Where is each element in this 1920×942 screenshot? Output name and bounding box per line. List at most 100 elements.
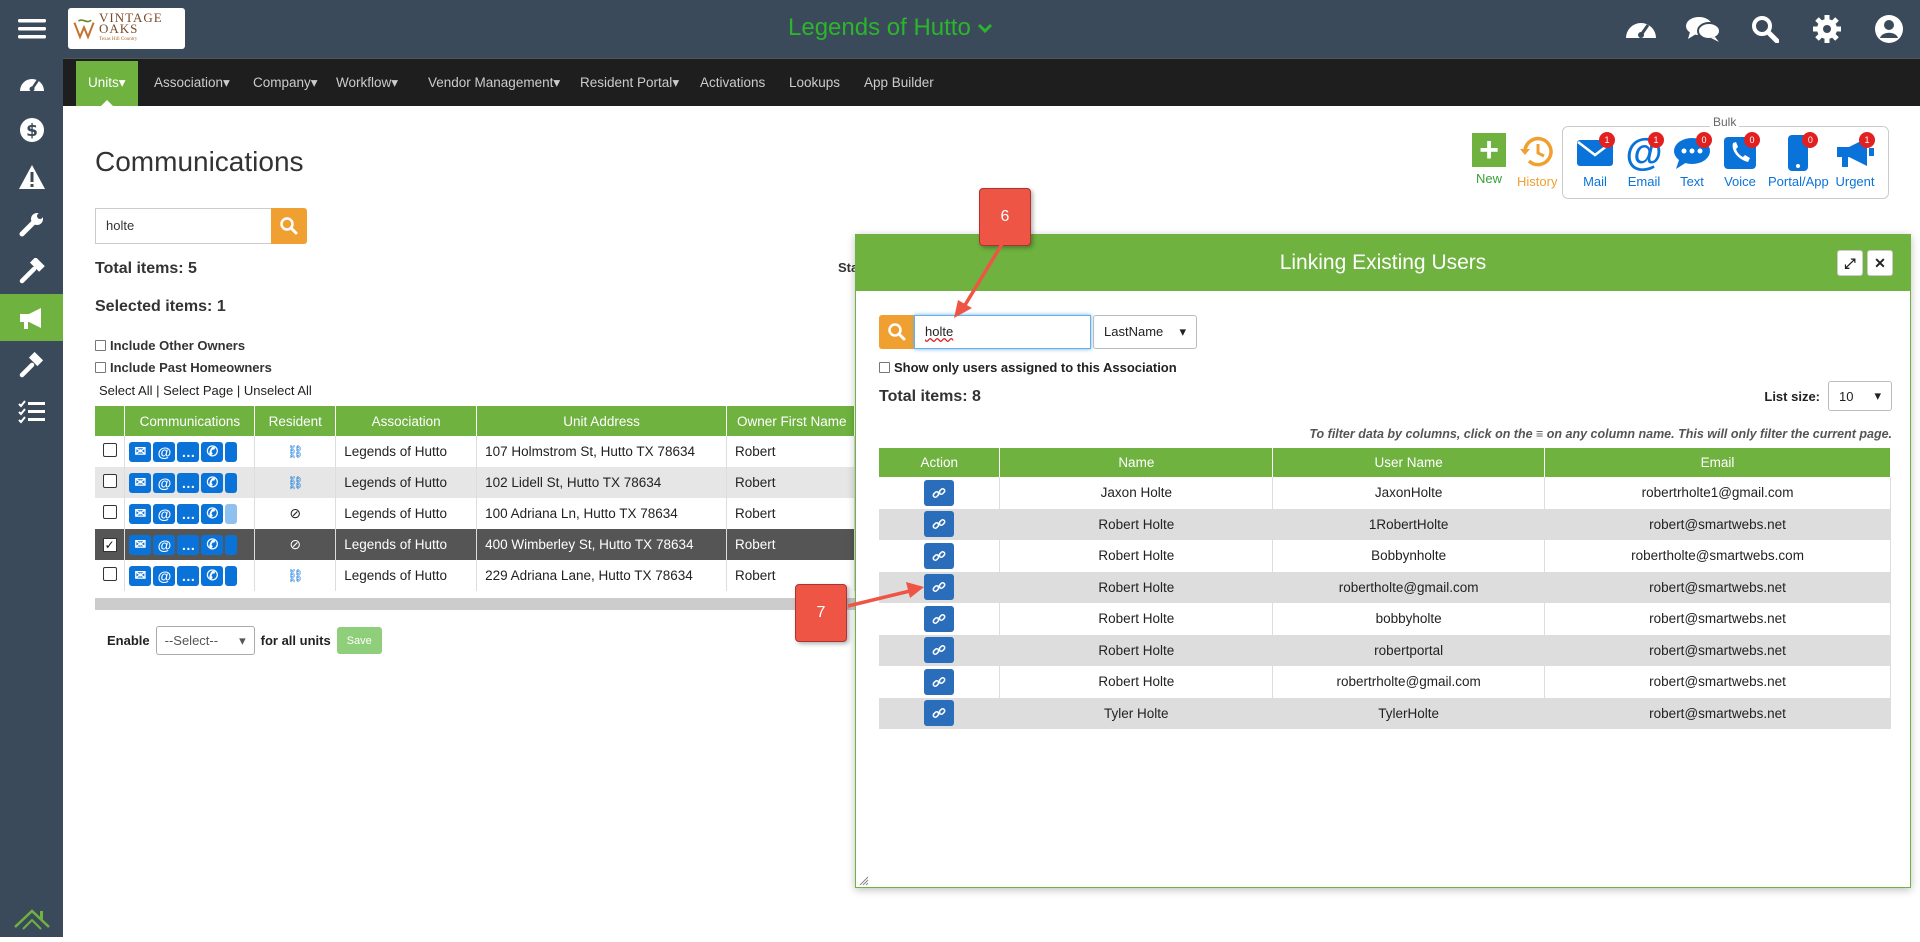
bulk-portal-app-button[interactable]: 0 Portal/App	[1768, 132, 1829, 189]
mobile-phone-icon[interactable]	[225, 534, 238, 555]
column-header-association[interactable]: Association	[335, 406, 478, 436]
column-header-resident[interactable]: Resident	[254, 406, 337, 436]
dashboard-icon[interactable]	[0, 59, 63, 106]
mobile-phone-icon[interactable]	[225, 565, 238, 586]
assoc-only-checkbox[interactable]	[879, 362, 890, 373]
include-other-owners-checkbox[interactable]	[95, 340, 106, 351]
search-button[interactable]	[271, 208, 307, 244]
user-search-input[interactable]: holte	[914, 315, 1091, 349]
link-user-button[interactable]	[924, 668, 955, 695]
checklist-icon[interactable]	[0, 388, 63, 435]
save-button[interactable]: Save	[336, 627, 382, 654]
at-sign-icon[interactable]: @	[153, 534, 176, 555]
column-header-owner-first-name[interactable]: Owner First Name	[726, 406, 855, 436]
list-size-select[interactable]: 10 ▾	[1828, 381, 1892, 411]
enable-select[interactable]: --Select-- ▾	[155, 626, 255, 655]
link-icon[interactable]: ⛓	[287, 475, 304, 490]
mobile-phone-icon[interactable]	[225, 441, 238, 462]
mail-icon[interactable]: ✉	[129, 503, 152, 524]
select-cell[interactable]	[95, 436, 126, 467]
search-icon[interactable]	[1734, 15, 1796, 43]
bulk-email-button[interactable]: @1 Email	[1624, 132, 1664, 189]
dollar-icon[interactable]: $	[0, 106, 63, 153]
at-sign-icon[interactable]: @	[153, 503, 176, 524]
history-button[interactable]: History	[1517, 133, 1557, 189]
link-user-button[interactable]	[924, 574, 955, 601]
dashboard-icon[interactable]	[1610, 16, 1672, 42]
gavel-icon[interactable]	[0, 341, 63, 388]
table-row[interactable]: ✓ ✉ @… ✆ ⊘ Legends of Hutto 400 Wimberley St, …	[95, 529, 855, 560]
home-logo-icon[interactable]	[0, 895, 63, 942]
user-account-icon[interactable]	[1858, 14, 1920, 44]
nav-vendor-management[interactable]: Vendor Management▾	[416, 59, 572, 106]
link-user-button[interactable]	[924, 542, 955, 569]
text-message-icon[interactable]: …	[177, 472, 200, 493]
include-other-owners[interactable]: Include Other Owners	[95, 338, 245, 353]
nav-workflow[interactable]: Workflow▾	[324, 59, 410, 106]
horizontal-scrollbar[interactable]	[95, 598, 855, 610]
column-header-communications[interactable]: Communications	[124, 406, 256, 436]
hammer-icon[interactable]	[0, 247, 63, 294]
link-icon[interactable]: ⛓	[287, 444, 304, 459]
user-search-button[interactable]	[879, 315, 914, 349]
unit-search-input[interactable]: holte	[95, 208, 272, 244]
megaphone-icon[interactable]	[0, 294, 63, 341]
at-sign-icon[interactable]: @	[153, 472, 176, 493]
bulk-text-button[interactable]: 0 Text	[1672, 132, 1712, 189]
vintage-oaks-logo[interactable]: VINTAGE OAKS Texas Hill Country	[68, 8, 185, 49]
hamburger-menu-icon[interactable]	[0, 0, 63, 58]
nav-app-builder[interactable]: App Builder	[852, 59, 946, 106]
select-cell[interactable]	[95, 560, 126, 591]
mobile-phone-icon[interactable]	[225, 472, 238, 493]
column-header-email[interactable]: Email	[1544, 448, 1891, 477]
row-checkbox[interactable]	[102, 505, 117, 519]
row-checkbox[interactable]	[102, 443, 117, 457]
chat-icon[interactable]	[1672, 15, 1734, 43]
text-message-icon[interactable]: …	[177, 534, 200, 555]
unselect-all-link[interactable]: Unselect All	[244, 383, 312, 398]
table-row[interactable]: ✉ @… ✆ ⛓ Legends of Hutto 107 Holmstrom St, H…	[95, 436, 855, 467]
phone-icon[interactable]: ✆	[201, 472, 224, 493]
select-page-link[interactable]: Select Page	[163, 383, 233, 398]
include-past-homeowners[interactable]: Include Past Homeowners	[95, 360, 272, 375]
include-past-homeowners-checkbox[interactable]	[95, 362, 106, 373]
mail-icon[interactable]: ✉	[129, 472, 152, 493]
row-checkbox[interactable]	[102, 567, 117, 581]
new-button[interactable]: + New	[1472, 133, 1506, 186]
text-message-icon[interactable]: …	[177, 503, 200, 524]
assoc-only-filter[interactable]: Show only users assigned to this Associa…	[879, 360, 1177, 375]
link-user-button[interactable]	[924, 700, 955, 727]
link-user-button[interactable]	[924, 605, 955, 632]
phone-icon[interactable]: ✆	[201, 565, 224, 586]
bulk-voice-button[interactable]: 0 Voice	[1720, 132, 1760, 189]
text-message-icon[interactable]: …	[177, 565, 200, 586]
phone-icon[interactable]: ✆	[201, 441, 224, 462]
select-all-link[interactable]: Select All	[99, 383, 152, 398]
close-icon[interactable]: ✕	[1867, 250, 1893, 276]
select-cell[interactable]: ✓	[95, 529, 126, 560]
table-row[interactable]: ✉ @… ✆ ⛓ Legends of Hutto 229 Adriana Lane, H…	[95, 560, 855, 591]
select-cell[interactable]	[95, 498, 126, 529]
text-message-icon[interactable]: …	[177, 441, 200, 462]
table-row[interactable]: ✉ @… ✆ ⊘ Legends of Hutto 100 Adriana Ln, Hut…	[95, 498, 855, 529]
mail-icon[interactable]: ✉	[129, 565, 152, 586]
wrench-icon[interactable]	[0, 200, 63, 247]
bulk-urgent-button[interactable]: 1 Urgent	[1835, 132, 1875, 189]
phone-icon[interactable]: ✆	[201, 534, 224, 555]
column-header-name[interactable]: Name	[999, 448, 1274, 477]
select-cell[interactable]	[95, 467, 126, 498]
nav-units[interactable]: Units▾	[76, 61, 138, 106]
phone-icon[interactable]: ✆	[201, 503, 224, 524]
nav-lookups[interactable]: Lookups	[777, 59, 852, 106]
table-row[interactable]: ✉ @… ✆ ⛓ Legends of Hutto 102 Lidell St, Hutt…	[95, 467, 855, 498]
association-switcher[interactable]: Legends of Hutto	[788, 14, 993, 42]
column-header-user-name[interactable]: User Name	[1272, 448, 1546, 477]
mobile-phone-icon[interactable]	[225, 503, 238, 524]
row-checkbox[interactable]	[102, 474, 117, 488]
mail-icon[interactable]: ✉	[129, 441, 152, 462]
warning-icon[interactable]	[0, 153, 63, 200]
resize-handle-icon[interactable]	[859, 874, 869, 886]
nav-company[interactable]: Company▾	[241, 59, 330, 106]
row-checkbox[interactable]: ✓	[102, 538, 117, 552]
bulk-mail-button[interactable]: 1 Mail	[1575, 132, 1615, 189]
